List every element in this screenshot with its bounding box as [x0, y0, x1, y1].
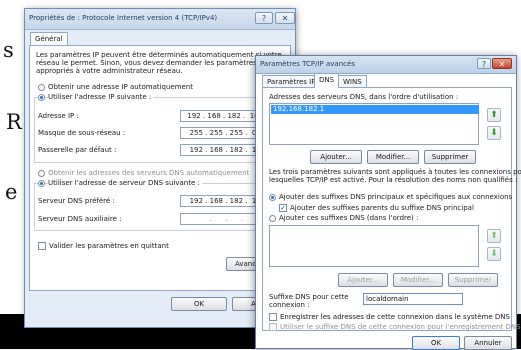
subnet-mask-label: Masque de sous-réseau :: [38, 129, 126, 137]
suffix-down-icon[interactable]: ⬇: [487, 247, 501, 261]
dns-server-entry[interactable]: 192.168.182.1: [271, 105, 479, 114]
parent-suffixes-checkbox[interactable]: ✓: [279, 204, 287, 212]
note-text-line: Les trois paramètres suivants sont appli…: [269, 168, 521, 176]
use-suffix-checkbox[interactable]: [269, 323, 277, 331]
connection-suffix-input[interactable]: localdomain: [363, 293, 463, 305]
connection-suffix-label: Suffixe DNS pour cette: [269, 293, 349, 301]
radio-auto-ip-label: Obtenir une adresse IP automatiquement: [48, 83, 194, 91]
suffix-up-icon[interactable]: ⬆: [487, 229, 501, 243]
radio-auto-ip[interactable]: [38, 84, 45, 91]
modify-suffix-button[interactable]: Modifier...: [393, 273, 443, 287]
intro-text-line: réseau le permet. Sinon, vous devez dema…: [36, 59, 266, 67]
radio-auto-dns[interactable]: [38, 170, 45, 177]
background-letter: R: [6, 110, 22, 134]
radio-manual-ip-label: Utiliser l'adresse IP suivante :: [48, 93, 154, 101]
move-down-icon[interactable]: ⬇: [487, 126, 501, 140]
intro-text-line: Les paramètres IP peuvent être déterminé…: [36, 51, 282, 59]
background-letter: e: [5, 180, 18, 204]
radio-manual-dns[interactable]: [38, 180, 45, 187]
move-up-icon[interactable]: ⬆: [487, 108, 501, 122]
title-bar[interactable]: Paramètres TCP/IP avancés ? ✕: [256, 56, 516, 74]
dns-suffix-list[interactable]: [269, 225, 479, 267]
dialog-title: Paramètres TCP/IP avancés: [260, 60, 355, 68]
close-button[interactable]: ✕: [275, 12, 295, 24]
preferred-dns-label: Serveur DNS préféré :: [38, 197, 115, 205]
tab-dns[interactable]: DNS: [314, 73, 340, 88]
radio-manual-ip[interactable]: [38, 94, 45, 101]
modify-dns-button[interactable]: Modifier...: [367, 150, 419, 164]
use-suffix-checkbox-label: Utiliser le suffixe DNS de cette connexi…: [280, 323, 521, 331]
background-letter: s: [3, 38, 14, 62]
subnet-mask-input[interactable]: 255 . 255 . 255 . 0: [180, 127, 266, 139]
ip-address-input[interactable]: 192 . 168 . 182 . 10: [180, 110, 266, 122]
ip-address-label: Adresse IP :: [38, 112, 79, 120]
ok-button[interactable]: OK: [412, 336, 460, 350]
alternate-dns-label: Serveur DNS auxiliaire :: [38, 215, 122, 223]
dns-panel: Adresses des serveurs DNS, dans l'ordre …: [262, 87, 521, 331]
register-checkbox-label: Enregistrer les adresses de cette connex…: [280, 313, 510, 321]
alternate-dns-input[interactable]: . . .: [180, 213, 266, 225]
general-panel: Les paramètres IP peuvent être déterminé…: [29, 45, 291, 291]
ok-button[interactable]: OK: [171, 297, 227, 311]
close-button[interactable]: ✕: [492, 58, 512, 69]
title-bar[interactable]: Propriétés de : Protocole Internet versi…: [25, 9, 295, 30]
help-button[interactable]: ?: [255, 12, 273, 24]
intro-text-line: appropriés à votre administrateur réseau…: [36, 67, 183, 75]
dialog-title: Propriétés de : Protocole Internet versi…: [29, 14, 218, 22]
radio-these-suffixes[interactable]: [269, 215, 276, 222]
connection-suffix-label-2: connexion :: [269, 301, 310, 309]
preferred-dns-input[interactable]: 192 . 168 . 182 . 1: [180, 195, 266, 207]
validate-checkbox[interactable]: [38, 242, 46, 250]
tab-general[interactable]: Général: [30, 32, 68, 45]
cancel-button[interactable]: Annuler: [464, 336, 512, 350]
radio-these-suffixes-label: Ajouter ces suffixes DNS (dans l'ordre) …: [279, 214, 419, 222]
radio-auto-dns-label: Obtenir les adresses des serveurs DNS au…: [48, 169, 250, 177]
add-suffix-button[interactable]: Ajouter...: [338, 273, 388, 287]
add-dns-button[interactable]: Ajouter...: [310, 150, 362, 164]
radio-manual-dns-label: Utiliser l'adresse de serveur DNS suivan…: [48, 179, 202, 187]
radio-primary-suffixes[interactable]: [269, 194, 276, 201]
validate-checkbox-label: Valider les paramètres en quittant: [49, 242, 169, 250]
remove-dns-button[interactable]: Supprimer: [424, 150, 476, 164]
radio-primary-suffixes-label: Ajouter des suffixes DNS principaux et s…: [279, 193, 513, 201]
parent-suffixes-label: Ajouter des suffixes parents du suffixe …: [290, 204, 474, 212]
dns-server-list[interactable]: 192.168.182.1: [269, 103, 479, 145]
help-button[interactable]: ?: [477, 58, 491, 69]
register-checkbox[interactable]: [269, 313, 277, 321]
remove-suffix-button[interactable]: Supprimer: [448, 273, 498, 287]
gateway-input[interactable]: 192 . 168 . 182 . 1: [180, 144, 266, 156]
note-text-line: lesquelles TCP/IP est activé. Pour la ré…: [269, 176, 518, 184]
advanced-tcpip-dialog: Paramètres TCP/IP avancés ? ✕ Paramètres…: [255, 55, 521, 350]
dns-list-label: Adresses des serveurs DNS, dans l'ordre …: [269, 93, 459, 101]
gateway-label: Passerelle par défaut :: [38, 146, 117, 154]
